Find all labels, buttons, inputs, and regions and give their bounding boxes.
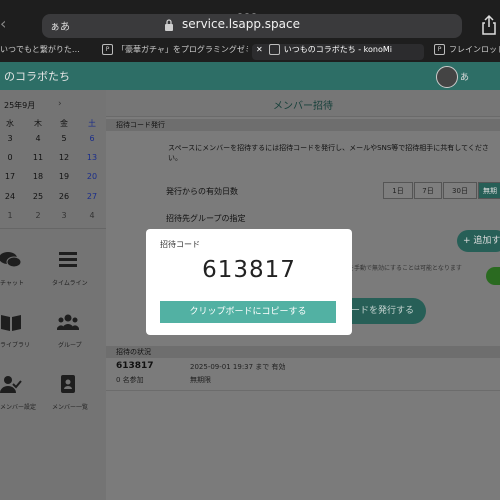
window-dots[interactable] [238,2,262,17]
sidebar-item-member-list[interactable]: メンバー一覧 [52,402,88,411]
calendar-day[interactable]: 20 [82,172,102,181]
section-status-header: 招待の状況 [106,346,500,358]
page-icon [268,44,280,55]
status-row-status: 無期限 [190,376,211,384]
page-title: メンバー招待 [273,101,333,112]
tab-1[interactable]: いつでもと繋がりた… [0,44,92,60]
calendar-day[interactable]: 5 [54,134,74,143]
weekday-label: 木 [34,119,42,128]
book-icon[interactable] [0,312,22,332]
option-toggle[interactable] [486,267,500,285]
weekday-label: 土 [88,119,96,128]
sidebar-item-timeline[interactable]: タイムライン [52,278,88,287]
calendar-day[interactable]: 27 [82,192,102,201]
tab-4[interactable]: P フレインロッド? [434,44,500,60]
calendar-day[interactable]: 26 [54,192,74,201]
lock-icon [165,19,173,31]
status-row-code: 613817 [116,361,154,371]
avatar[interactable] [436,66,458,88]
calendar-day[interactable]: 0 [0,153,20,162]
calendar-day[interactable]: 19 [54,172,74,181]
tab-label: いつでもと繋がりた… [0,45,80,54]
calendar-day[interactable]: 12 [54,153,74,162]
url-text: service.lsapp.space [182,17,300,31]
sidebar-item-group[interactable]: グループ [58,340,82,349]
tab-bar: いつでもと繋がりた… P 「豪華ガチャ」をプログラミングゼミ・… ✕ いつものコラボ… [0,42,500,62]
tab-label: フレインロッド? [449,45,500,54]
calendar-next-button[interactable]: › [58,99,62,109]
page-icon: P [434,44,445,55]
calendar-day[interactable]: 2 [28,211,48,220]
calendar-day[interactable]: 3 [54,211,74,220]
calendar-day[interactable]: 3 [0,134,20,143]
calendar-day[interactable]: 17 [0,172,20,181]
sidebar-item-member-settings[interactable]: メンバー設定 [0,402,36,411]
close-tab-icon[interactable]: ✕ [256,45,263,54]
share-icon[interactable] [480,14,498,36]
weekday-label: 水 [6,119,14,128]
address-bar[interactable]: ぁあ service.lsapp.space [42,14,462,38]
member-check-icon[interactable] [0,374,22,394]
calendar-day[interactable]: 4 [82,211,102,220]
sidebar [0,90,106,500]
reader-text-size[interactable]: ぁあ [50,18,70,33]
valid-days-label: 発行からの有効日数 [166,187,238,196]
tab-label: いつものコラボたち - konoMi [283,45,393,54]
calendar-day[interactable]: 13 [82,153,102,162]
tab-3-active[interactable]: ✕ いつものコラボたち - konoMi [252,44,424,60]
page-icon: P [102,44,113,55]
calendar-month: 25年9月 [4,101,36,110]
tab-2[interactable]: P 「豪華ガチャ」をプログラミングゼミ・… [102,44,248,60]
space-title[interactable]: のコラボたち [4,68,70,84]
sidebar-item-chat[interactable]: チャット [0,278,24,287]
tab-label: 「豪華ガチャ」をプログラミングゼミ・… [117,45,248,54]
app-header: のコラボたち [0,62,500,90]
calendar-day[interactable]: 11 [28,153,48,162]
days-option-unlimited[interactable]: 無期 [478,182,500,199]
days-option-7[interactable]: 7日 [414,182,442,199]
calendar-day[interactable]: 4 [28,134,48,143]
timeline-icon[interactable] [57,250,79,270]
sidebar-divider [0,228,106,229]
chat-icon[interactable] [0,250,22,270]
calendar-day[interactable]: 25 [28,192,48,201]
back-icon[interactable]: ‹ [0,14,6,33]
days-option-30[interactable]: 30日 [443,182,477,199]
add-group-button[interactable]: + 追加す [457,230,500,252]
address-book-icon[interactable] [57,374,79,394]
user-name[interactable]: あ [460,70,469,83]
target-group-label: 招待先グループの指定 [166,214,246,223]
section-issue-header: 招待コード発行 [106,119,500,131]
copy-to-clipboard-button[interactable]: クリップボードにコピーする [160,301,336,323]
days-option-1[interactable]: 1日 [383,182,413,199]
calendar-day[interactable]: 6 [82,134,102,143]
sidebar-item-library[interactable]: ライブラリ [0,340,30,349]
invite-code-popup: 招待コード 613817 クリップボードにコピーする [146,229,352,335]
popup-label: 招待コード [160,240,200,249]
invite-code-value: 613817 [202,257,296,283]
invite-note: 発行を手動で無効にすることは可能となります [336,265,462,272]
status-row-count: 0 名参加 [116,376,144,384]
calendar-day[interactable]: 18 [28,172,48,181]
row-divider [106,390,500,391]
status-row-date: 2025-09-01 19:37 まで 有効 [190,363,286,371]
invite-description: スペースにメンバーを招待するには招待コードを発行し、メールやSNS等で招待相手に… [168,144,489,162]
group-icon[interactable] [57,312,79,332]
calendar-day[interactable]: 1 [0,211,20,220]
weekday-label: 金 [60,119,68,128]
calendar-day[interactable]: 24 [0,192,20,201]
